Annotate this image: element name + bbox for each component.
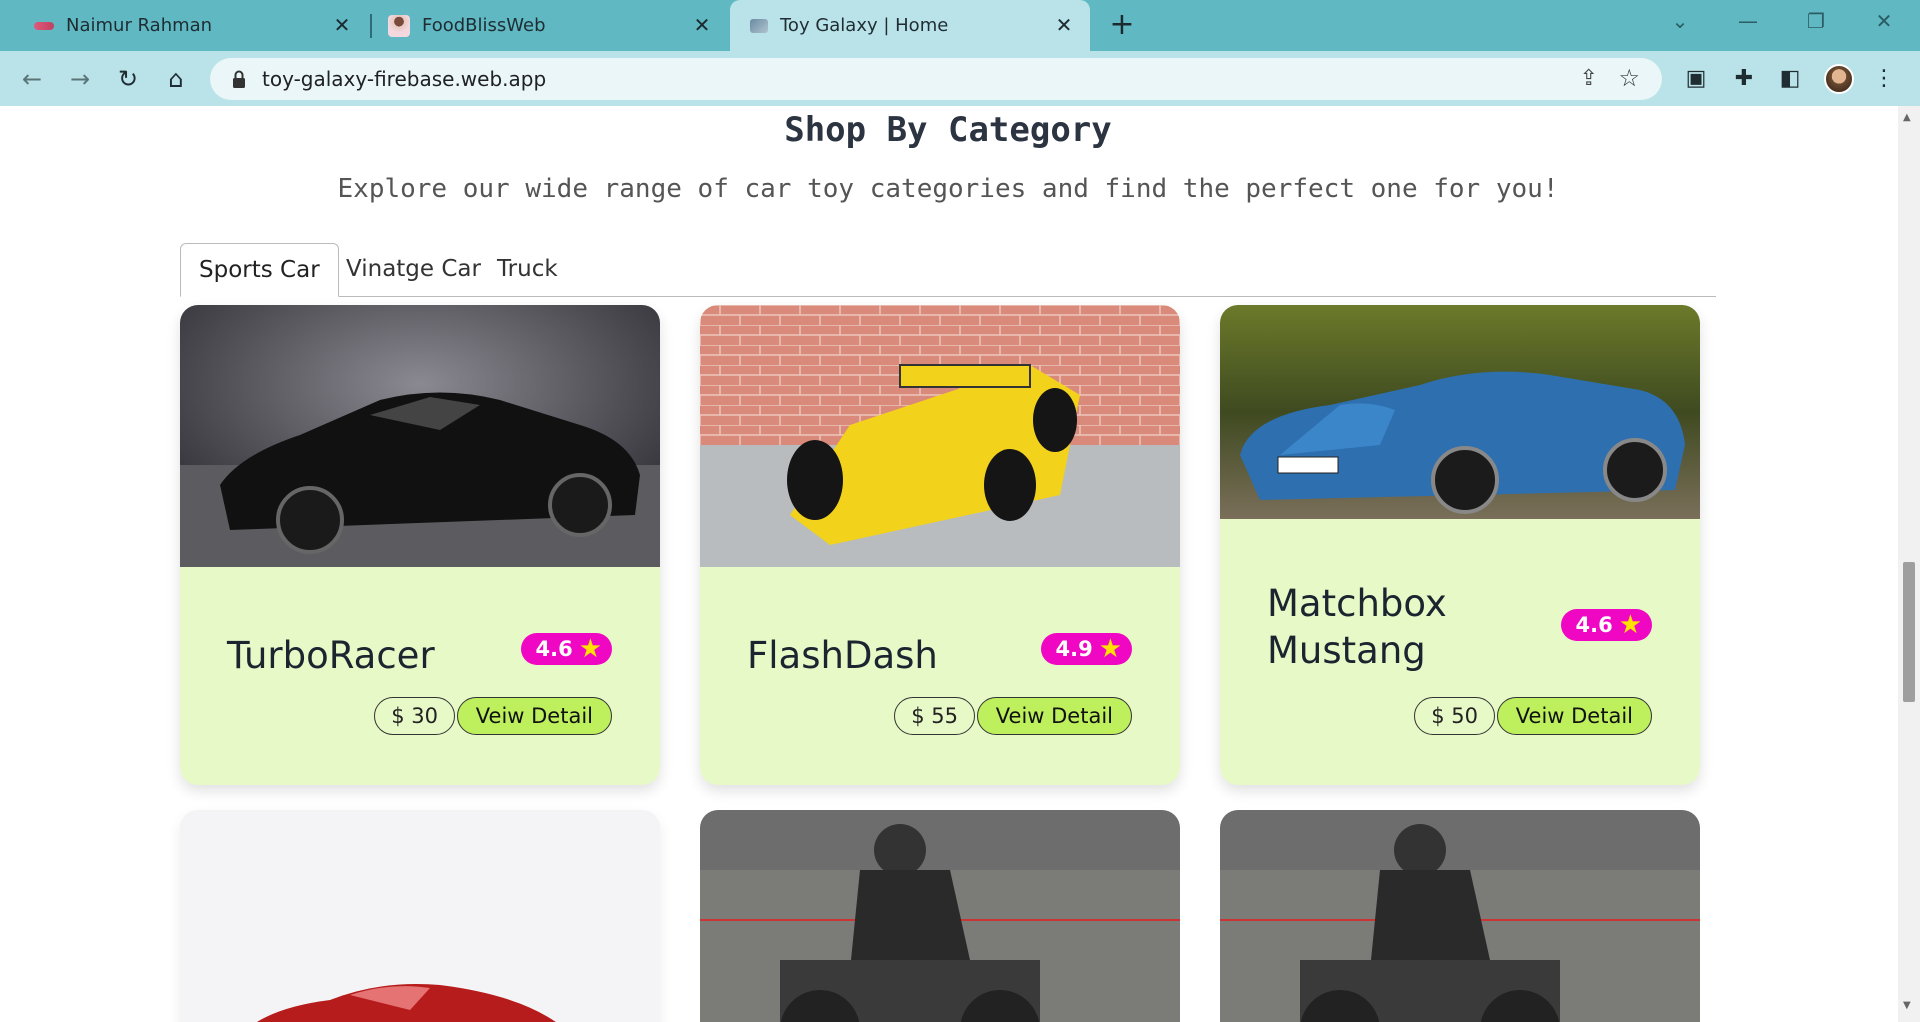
tab-sports-car[interactable]: Sports Car	[180, 243, 339, 297]
tab-vintage-car[interactable]: Vinatge Car	[328, 243, 499, 297]
rating-value: 4.6	[1575, 613, 1613, 637]
restore-icon[interactable]: ❐	[1796, 6, 1836, 36]
product-card	[700, 810, 1180, 1022]
product-name-line-2: Mustang	[1267, 629, 1426, 672]
view-detail-button[interactable]: Veiw Detail	[1496, 697, 1652, 735]
lock-icon	[233, 70, 245, 88]
price-tag: $ 50	[1414, 697, 1495, 735]
star-icon: ★	[1618, 610, 1642, 640]
product-image-atv-rider	[700, 810, 1180, 1022]
product-card: TurboRacer 4.6 ★ $ 30 Veiw Detail	[180, 305, 660, 785]
section-subtitle: Explore our wide range of car toy catego…	[337, 174, 1559, 204]
tab-favicon-icon	[34, 21, 54, 30]
tab-truck[interactable]: Truck	[479, 243, 576, 297]
side-panel-icon[interactable]: ◧	[1776, 65, 1804, 93]
rating-value: 4.6	[535, 637, 573, 661]
product-image-yellow-f1-car	[700, 305, 1180, 567]
tab-favicon-icon	[388, 14, 410, 37]
product-card: Matchbox Mustang 4.6 ★ $ 50 Veiw Detail	[1220, 305, 1700, 785]
product-name: Matchbox Mustang	[1267, 580, 1447, 674]
browser-toolbar: ← → ↻ ⌂ toy-galaxy-firebase.web.app ⇪ ☆ …	[0, 51, 1920, 106]
tab-title: Toy Galaxy | Home	[780, 15, 949, 36]
scrollbar-thumb[interactable]	[1903, 562, 1915, 702]
scroll-down-arrow-icon[interactable]: ▼	[1903, 1000, 1911, 1011]
tab-title: FoodBlissWeb	[422, 15, 546, 36]
minimize-icon[interactable]: —	[1728, 6, 1768, 36]
product-image-red-car	[180, 810, 660, 1022]
back-arrow-icon[interactable]: ←	[16, 63, 48, 95]
view-detail-button[interactable]: Veiw Detail	[976, 697, 1132, 735]
tab-favicon-icon	[750, 18, 768, 33]
tab-search-chevron-icon[interactable]: ⌄	[1660, 6, 1700, 36]
category-tabs: Sports Car Vinatge Car Truck	[180, 236, 1716, 297]
rating-badge: 4.6 ★	[521, 633, 612, 665]
home-icon[interactable]: ⌂	[160, 63, 192, 95]
reload-icon[interactable]: ↻	[112, 63, 144, 95]
star-icon: ★	[1098, 634, 1122, 664]
browser-tab[interactable]: Naimur Rahman ✕	[0, 0, 368, 51]
close-icon[interactable]: ✕	[1052, 13, 1076, 37]
profile-avatar[interactable]	[1824, 64, 1854, 94]
share-icon[interactable]: ⇪	[1580, 66, 1598, 91]
product-image-blue-roadster	[1220, 305, 1700, 519]
address-bar[interactable]: toy-galaxy-firebase.web.app ⇪ ☆	[210, 58, 1662, 100]
rating-badge: 4.6 ★	[1561, 609, 1652, 641]
product-image-black-sports-car	[180, 305, 660, 567]
product-card	[180, 810, 660, 1022]
product-card: FlashDash 4.9 ★ $ 55 Veiw Detail	[700, 305, 1180, 785]
picture-in-picture-icon[interactable]: ▣	[1682, 65, 1710, 93]
browser-tabstrip: Naimur Rahman ✕ FoodBlissWeb ✕ Toy Galax…	[0, 0, 1920, 51]
close-icon[interactable]: ✕	[330, 13, 354, 37]
section-title: Shop By Category	[784, 110, 1112, 150]
forward-arrow-icon[interactable]: →	[64, 63, 96, 95]
close-icon[interactable]: ✕	[690, 13, 714, 37]
extensions-puzzle-icon[interactable]: ✚	[1730, 65, 1758, 93]
window-close-icon[interactable]: ✕	[1864, 6, 1904, 36]
product-name-line-1: Matchbox	[1267, 582, 1447, 625]
tab-title: Naimur Rahman	[66, 15, 213, 36]
browser-tab-active[interactable]: Toy Galaxy | Home ✕	[730, 0, 1090, 51]
product-name: FlashDash	[747, 634, 938, 677]
rating-value: 4.9	[1055, 637, 1093, 661]
price-tag: $ 55	[894, 697, 975, 735]
scroll-up-arrow-icon[interactable]: ▲	[1903, 112, 1911, 123]
menu-kebab-icon[interactable]: ⋮	[1870, 65, 1898, 93]
new-tab-plus-icon[interactable]: +	[1106, 10, 1138, 42]
view-detail-button[interactable]: Veiw Detail	[456, 697, 612, 735]
price-tag: $ 30	[374, 697, 455, 735]
product-image-atv-rider	[1220, 810, 1700, 1022]
product-card	[1220, 810, 1700, 1022]
bookmark-star-icon[interactable]: ☆	[1618, 64, 1640, 92]
product-name: TurboRacer	[227, 634, 435, 677]
page-scrollbar[interactable]: ▲ ▼	[1898, 106, 1920, 1022]
star-icon: ★	[578, 634, 602, 664]
rating-badge: 4.9 ★	[1041, 633, 1132, 665]
browser-tab[interactable]: FoodBlissWeb ✕	[372, 0, 728, 51]
page-viewport: Shop By Category Explore our wide range …	[0, 106, 1920, 1022]
url-text: toy-galaxy-firebase.web.app	[262, 67, 547, 91]
